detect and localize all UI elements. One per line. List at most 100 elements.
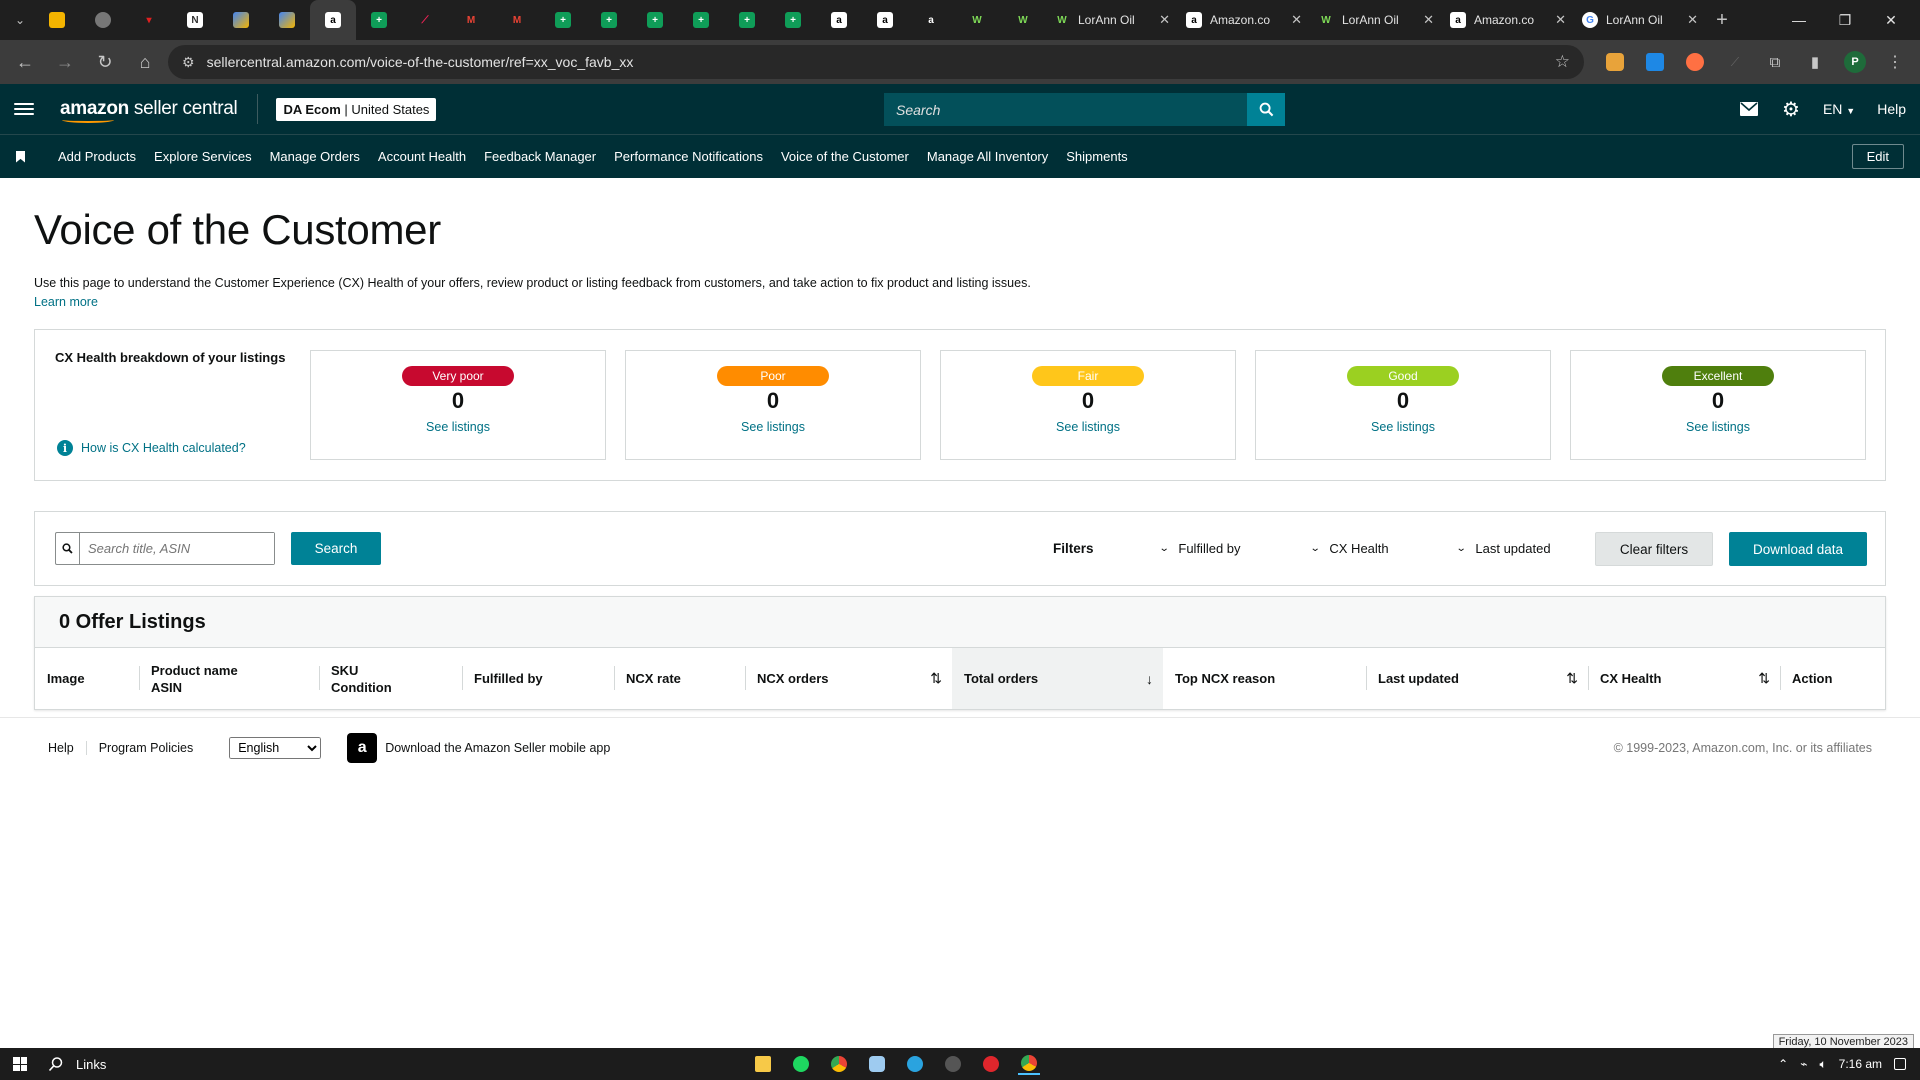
bookmark-star-icon[interactable]: ☆ [1555,52,1570,72]
pinned-tab[interactable]: W [1000,0,1046,40]
column-header-cx-health[interactable]: CX Health ⇅ [1588,648,1780,709]
extension-icon[interactable] [1678,45,1712,79]
taskbar-search[interactable]: Links [40,1056,106,1072]
minimize-icon[interactable]: — [1776,12,1822,29]
pinned-tab[interactable]: ▾ [126,0,172,40]
pinned-tab[interactable]: M [494,0,540,40]
reload-icon[interactable]: ↻ [88,45,122,79]
side-panel-icon[interactable]: ▮ [1798,45,1832,79]
nav-feedback-manager[interactable]: Feedback Manager [484,149,596,164]
profile-avatar[interactable]: P [1838,45,1872,79]
browser-tab[interactable]: W LorAnn Oil ✕ [1310,0,1442,40]
opera-icon[interactable] [980,1053,1002,1075]
download-data-button[interactable]: Download data [1729,532,1867,566]
language-selector[interactable]: EN ▼ [1823,101,1855,117]
nav-performance-notifications[interactable]: Performance Notifications [614,149,763,164]
nav-add-products[interactable]: Add Products [58,149,136,164]
close-tab-icon[interactable]: ✕ [1291,12,1302,28]
pinned-tab[interactable]: + [678,0,724,40]
pinned-tab[interactable]: + [586,0,632,40]
browser-tab[interactable]: a Amazon.co ✕ [1178,0,1310,40]
pinned-tab[interactable]: + [724,0,770,40]
sort-descending-icon[interactable]: ↓ [1146,671,1153,687]
sort-icon[interactable]: ⇅ [1566,670,1578,687]
see-listings-link[interactable]: See listings [311,420,605,434]
nav-account-health[interactable]: Account Health [378,149,466,164]
file-explorer-icon[interactable] [752,1053,774,1075]
column-header-product-name[interactable]: Product name ASIN [139,648,319,709]
pinned-tab[interactable] [264,0,310,40]
tab-search-chevron-icon[interactable]: ⌄ [6,6,34,34]
column-header-ncx-orders[interactable]: NCX orders ⇅ [745,648,952,709]
close-tab-icon[interactable]: ✕ [1555,12,1566,28]
fulfilled-by-dropdown[interactable]: ⌄ Fulfilled by [1159,541,1241,556]
notifications-icon[interactable] [1894,1058,1906,1070]
settings-gear-icon[interactable]: ⚙ [1781,99,1801,121]
nav-shipments[interactable]: Shipments [1066,149,1127,164]
cx-health-help-link[interactable]: i How is CX Health calculated? [57,440,246,456]
notepad-icon[interactable] [866,1053,888,1075]
nav-manage-orders[interactable]: Manage Orders [270,149,360,164]
spotify-icon[interactable] [790,1053,812,1075]
seller-central-logo[interactable]: amazon seller central [60,94,259,124]
sort-icon[interactable]: ⇅ [1758,670,1770,687]
nav-explore-services[interactable]: Explore Services [154,149,252,164]
search-button[interactable]: Search [291,532,381,565]
column-header-total-orders[interactable]: Total orders ↓ [952,648,1163,709]
pinned-tab[interactable] [34,0,80,40]
sort-icon[interactable]: ⇅ [930,670,942,687]
global-search-button[interactable] [1247,93,1285,126]
help-link[interactable]: Help [1877,101,1906,117]
edit-bookmarks-button[interactable]: Edit [1851,144,1904,169]
pinned-tab[interactable]: + [356,0,402,40]
browser-tab[interactable]: a Amazon.co ✕ [1442,0,1574,40]
chrome-icon[interactable] [828,1053,850,1075]
global-search-input[interactable] [884,93,1247,126]
store-selector[interactable]: DA Ecom | United States [276,97,437,121]
footer-program-policies-link[interactable]: Program Policies [99,741,205,755]
chevron-up-icon[interactable]: ⌃ [1778,1057,1788,1071]
speaker-icon[interactable]: 🔈︎ [1819,1057,1826,1072]
extension-icon[interactable] [1598,45,1632,79]
pinned-tab[interactable]: + [770,0,816,40]
column-header-last-updated[interactable]: Last updated ⇅ [1366,648,1588,709]
learn-more-link[interactable]: Learn more [34,295,98,309]
pinned-tab[interactable]: ⟋ [402,0,448,40]
column-header-top-ncx-reason[interactable]: Top NCX reason [1163,648,1366,709]
clock[interactable]: 7:16 am [1839,1057,1882,1071]
see-listings-link[interactable]: See listings [1571,420,1865,434]
pinned-tab-active[interactable]: a [310,0,356,40]
forward-arrow-icon[interactable]: → [48,45,82,79]
listing-search-input[interactable] [80,533,274,564]
amazon-seller-app-icon[interactable]: a [347,732,378,763]
see-listings-link[interactable]: See listings [941,420,1235,434]
close-tab-icon[interactable]: ✕ [1687,12,1698,28]
clear-filters-button[interactable]: Clear filters [1595,532,1713,566]
cx-health-dropdown[interactable]: ⌄ CX Health [1310,541,1389,556]
extension-icon[interactable]: ⟋ [1718,45,1752,79]
pinned-tab[interactable]: + [540,0,586,40]
chrome-active-icon[interactable] [1018,1053,1040,1075]
pinned-tab[interactable]: a [908,0,954,40]
browser-tab[interactable]: G LorAnn Oil ✕ [1574,0,1706,40]
new-tab-button[interactable]: + [1706,9,1738,32]
bookmark-icon[interactable] [16,150,25,163]
close-window-icon[interactable]: ✕ [1868,12,1914,29]
mail-icon[interactable] [1739,99,1759,119]
site-info-icon[interactable]: ⚙ [182,54,195,71]
home-icon[interactable]: ⌂ [128,45,162,79]
extension-icon[interactable] [1638,45,1672,79]
close-tab-icon[interactable]: ✕ [1159,12,1170,28]
pinned-tab[interactable]: + [632,0,678,40]
browser-menu-icon[interactable]: ⋮ [1878,45,1912,79]
column-header-ncx-rate[interactable]: NCX rate [614,648,745,709]
back-arrow-icon[interactable]: ← [8,45,42,79]
footer-language-select[interactable]: English [229,736,322,759]
app-icon[interactable] [942,1053,964,1075]
nav-manage-all-inventory[interactable]: Manage All Inventory [927,149,1048,164]
pinned-tab[interactable]: N [172,0,218,40]
see-listings-link[interactable]: See listings [626,420,920,434]
download-app-link[interactable]: Download the Amazon Seller mobile app [385,741,610,755]
nav-voice-of-the-customer[interactable]: Voice of the Customer [781,149,909,164]
footer-help-link[interactable]: Help [48,740,87,755]
